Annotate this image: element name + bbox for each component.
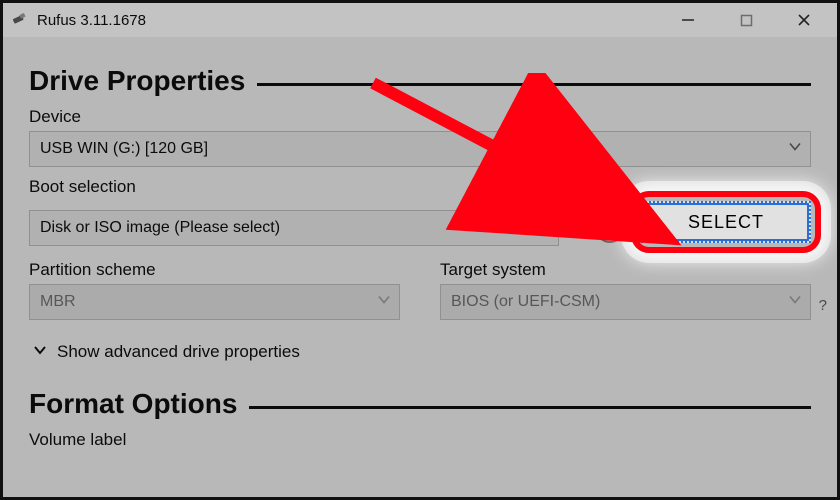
target-system-value: BIOS (or UEFI-CSM) (451, 293, 600, 311)
app-icon (11, 11, 29, 29)
select-iso-button[interactable]: SELECT (641, 201, 811, 243)
maximize-button[interactable] (717, 3, 775, 37)
window-title: Rufus 3.11.1678 (37, 12, 146, 29)
rufus-window: Rufus 3.11.1678 Drive Properties Device … (3, 3, 837, 497)
chevron-down-icon (536, 219, 550, 238)
device-value: USB WIN (G:) [120 GB] (40, 140, 208, 158)
verify-icon[interactable] (595, 213, 625, 243)
minimize-button[interactable] (659, 3, 717, 37)
drive-properties-title: Drive Properties (29, 65, 245, 97)
target-system-label: Target system (440, 260, 811, 280)
titlebar: Rufus 3.11.1678 (3, 3, 837, 37)
boot-selection-value: Disk or ISO image (Please select) (40, 219, 280, 237)
chevron-down-icon (788, 140, 802, 159)
advanced-toggle-label: Show advanced drive properties (57, 342, 300, 362)
partition-scheme-label: Partition scheme (29, 260, 400, 280)
chevron-down-icon (33, 342, 47, 362)
format-options-title: Format Options (29, 388, 237, 420)
drive-properties-heading: Drive Properties (29, 65, 811, 97)
partition-scheme-select[interactable]: MBR (29, 284, 400, 320)
chevron-down-icon (788, 293, 802, 312)
target-system-select[interactable]: BIOS (or UEFI-CSM) (440, 284, 811, 320)
target-system-help[interactable]: ? (819, 297, 827, 314)
device-label: Device (29, 107, 811, 127)
close-button[interactable] (775, 3, 833, 37)
boot-selection-select[interactable]: Disk or ISO image (Please select) (29, 210, 559, 246)
volume-label-label: Volume label (29, 430, 811, 450)
advanced-drive-toggle[interactable]: Show advanced drive properties (33, 342, 300, 362)
chevron-down-icon (377, 293, 391, 312)
device-select[interactable]: USB WIN (G:) [120 GB] (29, 131, 811, 167)
select-button-label: SELECT (688, 212, 764, 233)
boot-selection-label: Boot selection (29, 177, 811, 197)
format-options-heading: Format Options (29, 388, 811, 420)
partition-scheme-value: MBR (40, 293, 76, 311)
